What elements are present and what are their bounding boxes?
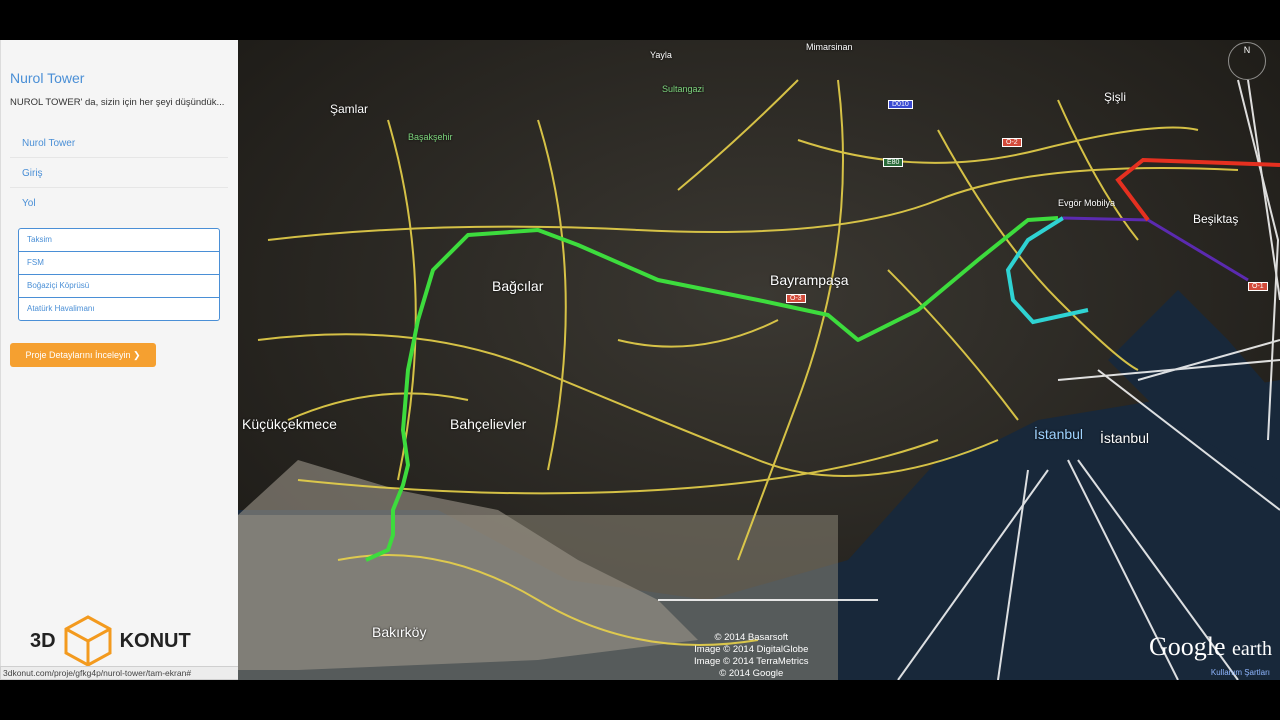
- label-istanbul-blue: İstanbul: [1034, 426, 1084, 442]
- map-canvas: [238, 40, 1280, 680]
- subitem-fsm[interactable]: FSM: [19, 252, 219, 275]
- label-besiktas: Beşiktaş: [1193, 212, 1239, 226]
- label-bakirkoy: Bakırköy: [372, 624, 427, 640]
- sidebar: Nurol Tower NUROL TOWER' da, sizin için …: [0, 40, 238, 667]
- road-badge-o1: O-1: [1248, 282, 1268, 291]
- project-details-button[interactable]: Proje Detaylarını İnceleyin ❯: [10, 343, 156, 367]
- road-badge-e80: E80: [883, 158, 904, 167]
- label-sisli: Şişli: [1104, 90, 1127, 104]
- nav-item-giris[interactable]: Giriş: [10, 160, 228, 188]
- compass-control[interactable]: N: [1228, 42, 1266, 80]
- subitem-taksim[interactable]: Taksim: [19, 229, 219, 252]
- label-istanbul: İstanbul: [1100, 430, 1150, 446]
- map-copyright: © 2014 Basarsoft Image © 2014 DigitalGlo…: [694, 632, 809, 679]
- route-sublist: Taksim FSM Boğaziçi Köprüsü Atatürk Hava…: [18, 228, 220, 321]
- nav-item-yol[interactable]: Yol: [10, 190, 228, 218]
- label-bagcilar: Bağcılar: [492, 278, 544, 294]
- nav-item-nurol-tower[interactable]: Nurol Tower: [10, 130, 228, 158]
- subitem-ataturk-havalimani[interactable]: Atatürk Havalimanı: [19, 298, 219, 320]
- label-samlar: Şamlar: [330, 102, 369, 116]
- label-bayrampasa: Bayrampaşa: [770, 272, 849, 288]
- label-evgor-mobilya: Evgör Mobilya: [1058, 198, 1116, 208]
- subitem-bogazici-koprusu[interactable]: Boğaziçi Köprüsü: [19, 275, 219, 298]
- road-badge-o2: O-2: [1002, 138, 1022, 147]
- road-badge-o3: O-3: [786, 294, 806, 303]
- logo-text-left: 3D: [30, 629, 56, 652]
- label-bahcelievler: Bahçelievler: [450, 416, 527, 432]
- sidebar-subtitle: NUROL TOWER' da, sizin için her şeyi düş…: [10, 97, 225, 108]
- satellite-map[interactable]: Yayla Mimarsinan Şamlar Sultangazi Şişli…: [238, 40, 1280, 680]
- logo-text-right: KONUT: [119, 629, 191, 652]
- terms-link[interactable]: Kullanım Şartları: [1211, 668, 1270, 677]
- sidebar-title: Nurol Tower: [10, 70, 85, 86]
- cube-icon: [64, 615, 112, 667]
- label-yayla: Yayla: [650, 50, 672, 60]
- brand-logo: 3D KONUT: [30, 615, 191, 667]
- label-kucukcekmece: Küçükçekmece: [242, 416, 337, 432]
- label-sultangazi: Sultangazi: [662, 84, 705, 94]
- google-earth-logo: Google earth: [1148, 632, 1272, 661]
- label-basaksehir: Başakşehir: [408, 132, 453, 142]
- label-mimarsinan: Mimarsinan: [806, 42, 853, 52]
- road-badge-d010: D010: [888, 100, 913, 109]
